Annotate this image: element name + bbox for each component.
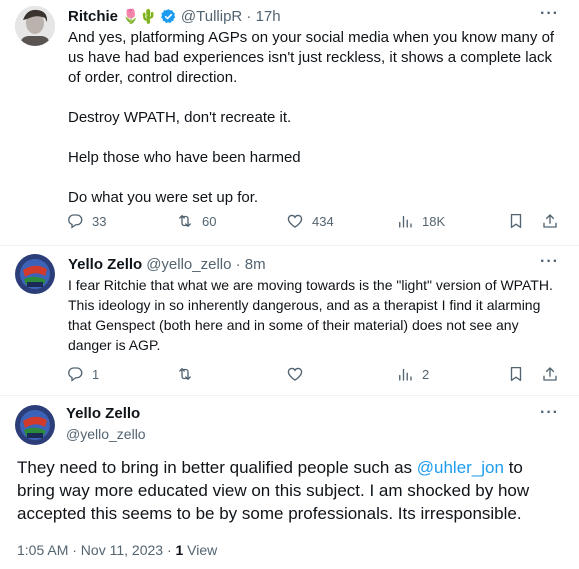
tweet3-text-part: They need to bring in better qualified p… <box>17 458 417 477</box>
bookmark-icon <box>510 213 522 229</box>
repost-icon <box>179 215 191 227</box>
share-icon <box>543 214 557 228</box>
tweet2-reply-button[interactable]: 1 <box>66 365 99 383</box>
mention-link[interactable]: @uhler_jon <box>417 458 504 477</box>
tweet2-reply-count: 1 <box>92 366 100 382</box>
tweet2-share-button[interactable] <box>541 365 559 383</box>
divider <box>0 245 579 246</box>
tweet1-repost-button[interactable]: 60 <box>176 212 216 230</box>
tweet2-view-count: 2 <box>422 366 430 382</box>
tweet3-author-name[interactable]: Yello Zello <box>66 405 140 422</box>
tweet1-reply-count: 33 <box>92 213 107 229</box>
avatar-yello-zello-image <box>15 254 55 294</box>
tweet1-views-button[interactable]: 18K <box>396 212 445 230</box>
tweet1-more-icon[interactable]: ··· <box>540 5 559 23</box>
tweet1-share-button[interactable] <box>541 212 559 230</box>
tweet2-header: Yello Zello @yello_zello · 8m <box>68 254 266 274</box>
avatar-ritchie-image <box>15 6 55 46</box>
avatar-yello-zello-image <box>15 405 55 445</box>
tweet1-handle-time: @TullipR · 17h <box>180 7 281 25</box>
tweet3-more-icon[interactable]: ··· <box>540 404 559 422</box>
reply-icon <box>68 214 83 229</box>
share-icon <box>543 367 557 381</box>
tweet1-view-count: 18K <box>422 213 446 229</box>
tweet1-reply-button[interactable]: 33 <box>66 212 106 230</box>
tweet2-handle-time: @yello_zello · 8m <box>146 255 266 273</box>
tweet1-name-emojis: 🌷🌵 <box>122 7 157 24</box>
tweet2-text: I fear Ritchie that what we are moving t… <box>68 277 557 353</box>
heart-icon <box>287 214 303 228</box>
tweet1-text: And yes, platforming AGPs on your social… <box>68 29 555 206</box>
tweet1-like-button[interactable]: 434 <box>286 212 334 230</box>
avatar-yello-zello[interactable] <box>15 254 55 294</box>
tweet1-header: Ritchie 🌷🌵 @TullipR · 17h <box>68 6 281 26</box>
repost-icon <box>179 368 191 380</box>
views-icon <box>399 215 412 228</box>
bookmark-icon <box>510 366 522 382</box>
verified-icon <box>160 8 177 25</box>
tweet1-author-name[interactable]: Ritchie <box>68 8 118 25</box>
tweet3-timestamp-row: 1:05 AM · Nov 11, 2023 · 1 View <box>17 542 217 558</box>
tweet3-timestamp[interactable]: 1:05 AM · Nov 11, 2023 · <box>17 542 176 558</box>
tweet3-handle[interactable]: @yello_zello <box>66 426 146 442</box>
tweet2-views-button[interactable]: 2 <box>396 365 429 383</box>
heart-icon <box>287 367 303 381</box>
tweet1-bookmark-button[interactable] <box>507 212 525 230</box>
tweet2-like-button[interactable] <box>286 365 304 383</box>
tweet2-bookmark-button[interactable] <box>507 365 525 383</box>
avatar-ritchie[interactable] <box>15 6 55 46</box>
divider <box>0 395 579 396</box>
tweet1-repost-count: 60 <box>202 213 217 229</box>
tweet1-like-count: 434 <box>312 213 334 229</box>
tweet3-view-label: View <box>183 542 218 558</box>
tweet3-text: They need to bring in better qualified p… <box>17 456 562 525</box>
views-icon <box>399 368 412 381</box>
reply-icon <box>68 367 83 382</box>
tweet2-more-icon[interactable]: ··· <box>540 253 559 271</box>
avatar-yello-zello[interactable] <box>15 405 55 445</box>
tweet2-author-name[interactable]: Yello Zello <box>68 256 142 273</box>
tweet2-repost-button[interactable] <box>176 365 194 383</box>
